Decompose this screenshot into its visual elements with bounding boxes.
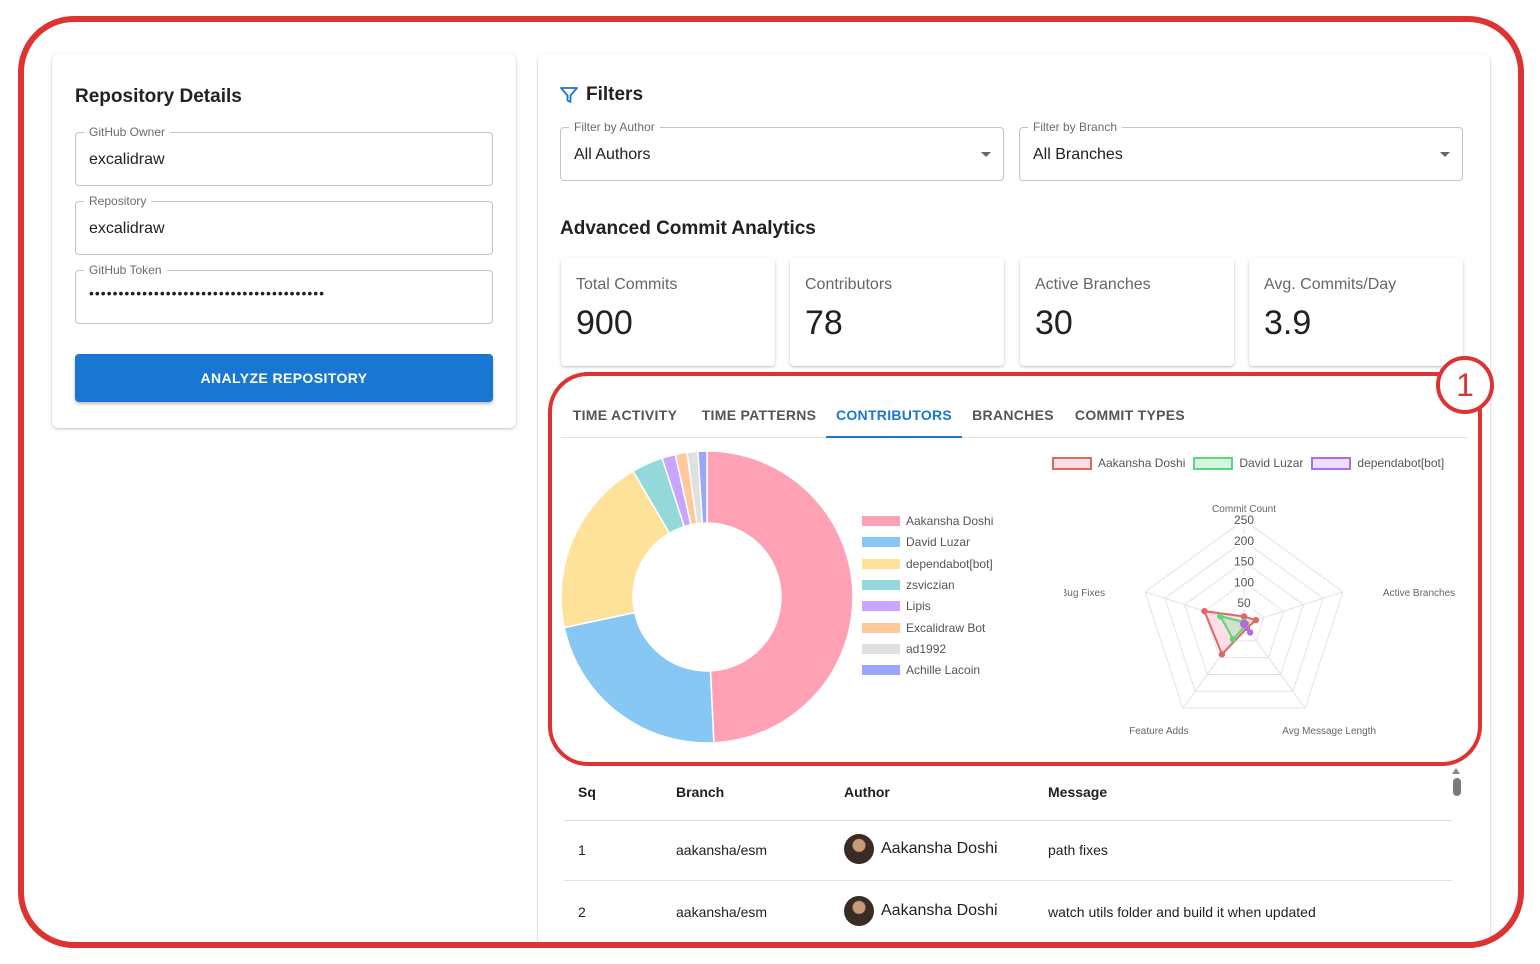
scroll-up-arrow[interactable] bbox=[1452, 768, 1460, 774]
stat-total-commits: Total Commits 900 bbox=[561, 258, 775, 366]
branch-filter-value: All Branches bbox=[1033, 146, 1123, 163]
avatar bbox=[844, 896, 874, 926]
cell-message: path fixes bbox=[1048, 842, 1108, 858]
cell-author: Aakansha Doshi bbox=[881, 840, 998, 857]
author-filter-value: All Authors bbox=[574, 146, 651, 163]
repository-value: excalidraw bbox=[89, 220, 165, 237]
repository-details-title: Repository Details bbox=[75, 86, 242, 107]
github-token-label: GitHub Token bbox=[84, 263, 167, 277]
stat-value: 3.9 bbox=[1264, 304, 1312, 342]
scrollbar-thumb[interactable] bbox=[1453, 778, 1461, 796]
stat-label: Contributors bbox=[805, 276, 893, 293]
repository-field[interactable]: Repository excalidraw bbox=[75, 194, 493, 255]
analytics-title: Advanced Commit Analytics bbox=[560, 218, 816, 239]
stat-value: 900 bbox=[576, 304, 633, 342]
repository-details-card: Repository Details GitHub Owner excalidr… bbox=[52, 54, 516, 428]
table-divider bbox=[564, 820, 1452, 821]
repository-label: Repository bbox=[84, 194, 152, 208]
github-owner-label: GitHub Owner bbox=[84, 125, 171, 139]
cell-author: Aakansha Doshi bbox=[881, 902, 998, 919]
stat-active-branches: Active Branches 30 bbox=[1020, 258, 1234, 366]
filters-title: Filters bbox=[586, 84, 644, 105]
cell-sq: 2 bbox=[578, 904, 586, 920]
filter-icon bbox=[560, 87, 578, 103]
stat-value: 78 bbox=[805, 304, 843, 342]
annotation-badge: 1 bbox=[1436, 356, 1494, 414]
stat-contributors: Contributors 78 bbox=[790, 258, 1004, 366]
table-header-message[interactable]: Message bbox=[1048, 784, 1107, 800]
stat-label: Total Commits bbox=[576, 276, 678, 293]
branch-filter-select[interactable]: Filter by Branch All Branches bbox=[1019, 120, 1463, 181]
stat-label: Active Branches bbox=[1035, 276, 1151, 293]
github-owner-value: excalidraw bbox=[89, 151, 165, 168]
chevron-down-icon bbox=[1440, 152, 1450, 157]
avatar bbox=[844, 834, 874, 864]
cell-branch: aakansha/esm bbox=[676, 842, 768, 858]
branch-filter-label: Filter by Branch bbox=[1028, 120, 1123, 134]
cell-branch: aakansha/esm bbox=[676, 904, 768, 920]
filters-header: Filters bbox=[559, 84, 643, 106]
stat-label: Avg. Commits/Day bbox=[1264, 276, 1397, 293]
github-token-field[interactable]: GitHub Token •••••••••••••••••••••••••••… bbox=[75, 263, 493, 324]
stat-value: 30 bbox=[1035, 304, 1073, 342]
author-filter-label: Filter by Author bbox=[569, 120, 660, 134]
annotation-outline bbox=[548, 372, 1482, 766]
github-token-value: •••••••••••••••••••••••••••••••••••••••• bbox=[89, 285, 326, 301]
app-frame: Repository Details GitHub Owner excalidr… bbox=[18, 16, 1524, 948]
cell-message: watch utils folder and build it when upd… bbox=[1048, 904, 1316, 920]
analyze-repository-button[interactable]: ANALYZE REPOSITORY bbox=[75, 354, 493, 402]
chevron-down-icon bbox=[981, 152, 991, 157]
table-header-branch[interactable]: Branch bbox=[676, 784, 724, 800]
stat-avg-commits-day: Avg. Commits/Day 3.9 bbox=[1249, 258, 1463, 366]
cell-sq: 1 bbox=[578, 842, 586, 858]
table-header-author[interactable]: Author bbox=[844, 784, 890, 800]
author-filter-select[interactable]: Filter by Author All Authors bbox=[560, 120, 1004, 181]
table-header-sq[interactable]: Sq bbox=[578, 784, 596, 800]
table-divider bbox=[564, 880, 1452, 881]
github-owner-field[interactable]: GitHub Owner excalidraw bbox=[75, 125, 493, 186]
